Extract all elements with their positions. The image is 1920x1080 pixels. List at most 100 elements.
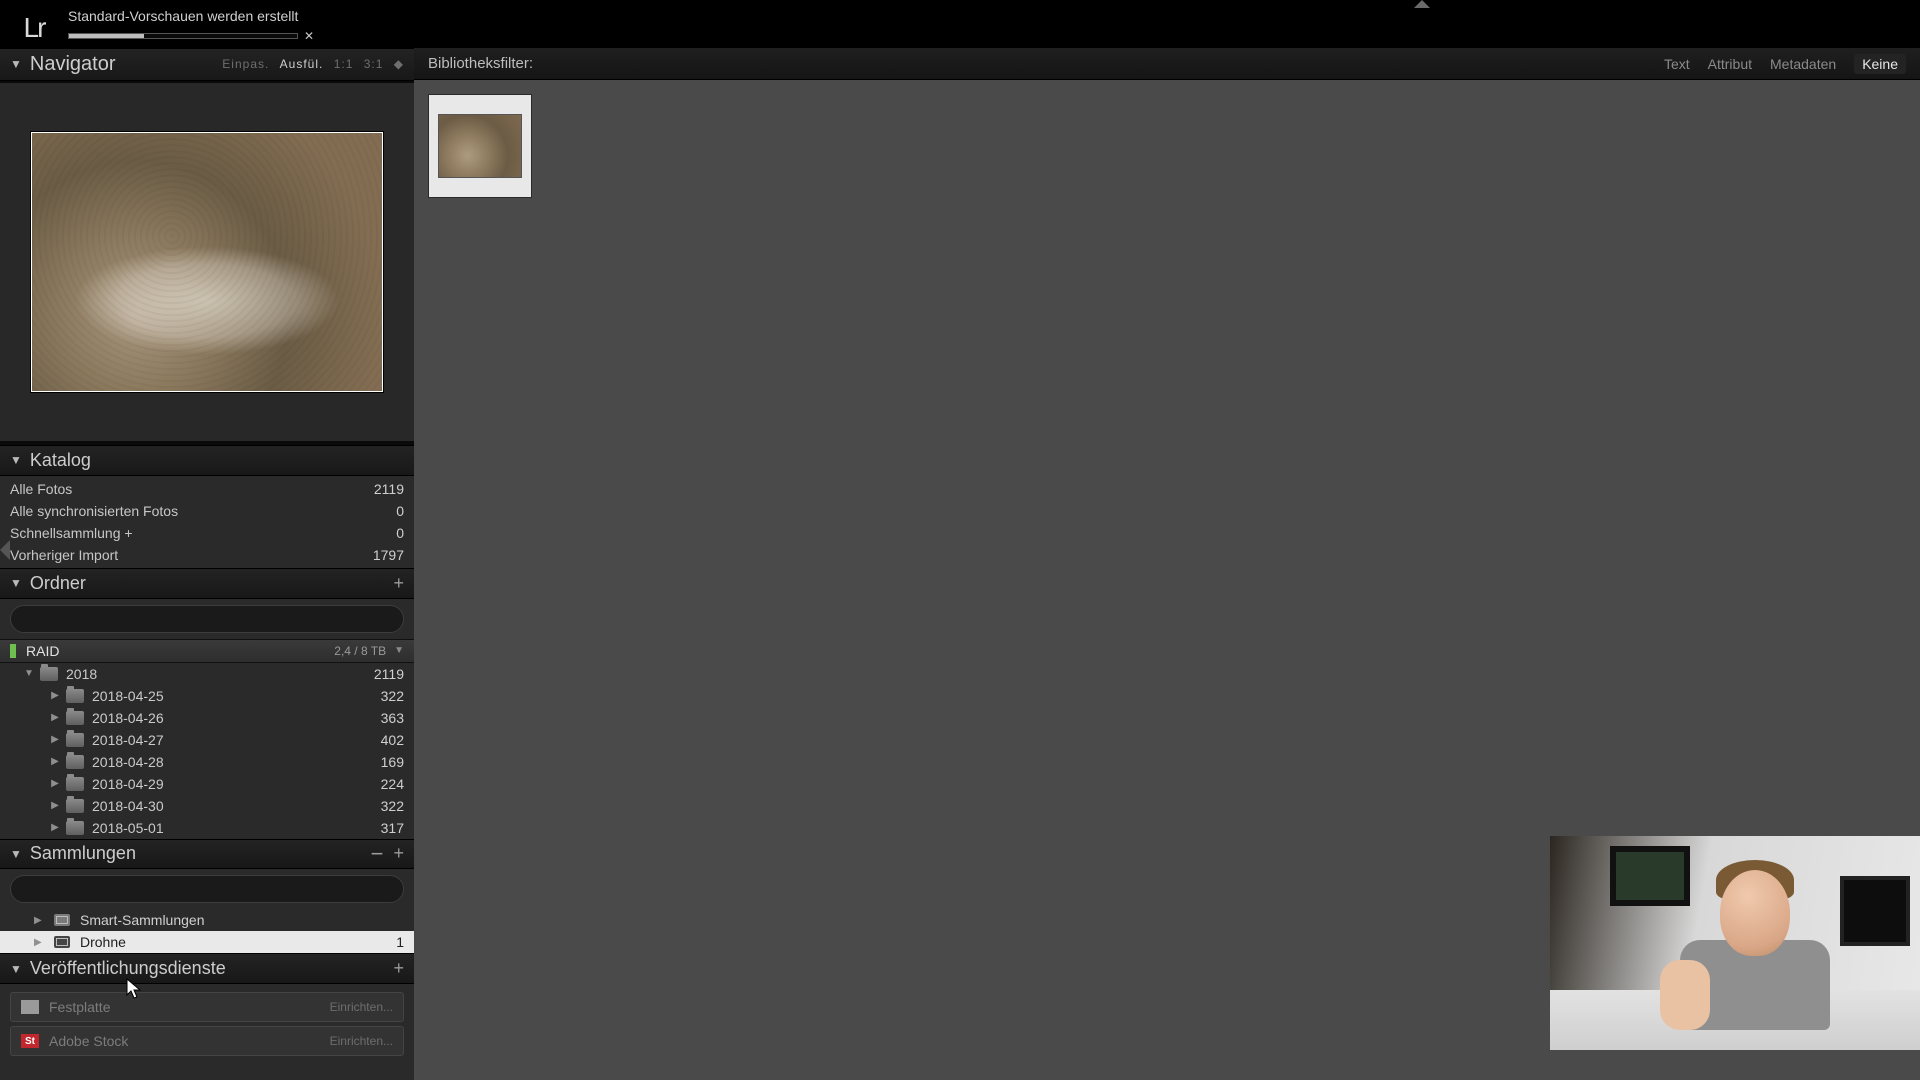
katalog-item[interactable]: Schnellsammlung +0: [0, 522, 414, 544]
disclosure-triangle-icon[interactable]: ▶: [34, 915, 44, 926]
publish-body: FestplatteEinrichten...StAdobe StockEinr…: [0, 984, 414, 1080]
folder-row[interactable]: ▶2018-04-26363: [0, 707, 414, 729]
filter-title: Bibliotheksfilter:: [428, 55, 533, 72]
folder-icon: [66, 777, 84, 791]
navigator-preview-image[interactable]: [31, 132, 383, 392]
disclosure-triangle-icon[interactable]: ▶: [48, 712, 62, 723]
progress-cancel-icon[interactable]: ✕: [304, 29, 314, 43]
folder-icon: [66, 755, 84, 769]
folder-count: 402: [381, 732, 404, 748]
folder-search-input[interactable]: [10, 605, 404, 633]
add-collection-icon[interactable]: +: [393, 843, 404, 864]
folder-icon: [40, 667, 58, 681]
disclosure-triangle-icon[interactable]: ▶: [48, 800, 62, 811]
navigator-header[interactable]: ▼ Navigator Einpas. Ausfül. 1:1 3:1 ◆: [0, 48, 414, 81]
folder-count: 224: [381, 776, 404, 792]
katalog-body: Alle Fotos 2119 Alle synchronisierten Foto…: [0, 476, 414, 568]
folder-name: 2018-04-28: [92, 754, 164, 770]
katalog-item-count: 2119: [374, 481, 404, 497]
collection-label: Smart-Sammlungen: [80, 912, 205, 928]
filter-metadaten[interactable]: Metadaten: [1770, 56, 1836, 72]
folder-name: 2018-04-25: [92, 688, 164, 704]
disclosure-triangle-icon[interactable]: ▼: [10, 576, 22, 590]
publish-header[interactable]: ▼ Veröffentlichungsdienste +: [0, 953, 414, 984]
folder-icon: [66, 821, 84, 835]
disclosure-triangle-icon[interactable]: ▶: [48, 778, 62, 789]
katalog-item-count: 1797: [373, 547, 404, 563]
publish-service-label: Festplatte: [49, 999, 110, 1015]
collection-count: 1: [396, 934, 404, 950]
volume-name: RAID: [26, 643, 59, 659]
collection-icon: [54, 914, 70, 926]
folder-name: 2018-04-29: [92, 776, 164, 792]
remove-collection-icon[interactable]: −: [371, 849, 384, 859]
publish-setup-link[interactable]: Einrichten...: [330, 1000, 393, 1014]
disclosure-triangle-icon[interactable]: ▶: [48, 690, 62, 701]
volume-status-icon: [10, 644, 16, 658]
disclosure-triangle-icon[interactable]: ▼: [10, 847, 22, 861]
disclosure-triangle-icon[interactable]: ▶: [48, 734, 62, 745]
katalog-item-count: 0: [396, 525, 404, 541]
add-publish-service-icon[interactable]: +: [393, 958, 404, 979]
folder-row[interactable]: ▶ 2018-04-30 322: [0, 795, 414, 817]
titlebar: Lr Standard-Vorschauen werden erstellt ✕: [0, 0, 1920, 48]
mouse-cursor-icon: [126, 978, 142, 1000]
app-logo: Lr: [0, 4, 68, 52]
publish-service-row[interactable]: StAdobe StockEinrichten...: [10, 1026, 404, 1056]
folder-row[interactable]: ▶ 2018-04-25 322: [0, 685, 414, 707]
filter-text[interactable]: Text: [1664, 56, 1690, 72]
folder-row[interactable]: ▶ 2018-04-27 402: [0, 729, 414, 751]
disclosure-triangle-icon[interactable]: ▶: [48, 756, 62, 767]
folder-name: 2018-04-26: [92, 710, 164, 726]
filter-attribut[interactable]: Attribut: [1708, 56, 1752, 72]
add-folder-icon[interactable]: +: [393, 573, 404, 594]
disclosure-triangle-icon[interactable]: ▶: [48, 822, 62, 833]
folder-count: 2119: [374, 666, 404, 682]
left-panel: ▼ Navigator Einpas. Ausfül. 1:1 3:1 ◆ ▼ …: [0, 48, 414, 1080]
ordner-body: RAID 2,4 / 8 TB ▼ ▼ 2018 2119 ▶ 2018-04-2…: [0, 599, 414, 839]
folder-count: 322: [381, 798, 404, 814]
folder-count: 322: [381, 688, 404, 704]
ordner-title: Ordner: [30, 573, 86, 594]
katalog-header[interactable]: ▼ Katalog: [0, 445, 414, 476]
filter-keine[interactable]: Keine: [1854, 54, 1906, 74]
folder-name: 2018-05-01: [92, 820, 164, 836]
katalog-item[interactable]: Vorheriger Import 1797: [0, 544, 414, 566]
sammlungen-header[interactable]: ▼ Sammlungen − +: [0, 839, 414, 870]
folder-name: 2018-04-27: [92, 732, 164, 748]
ordner-header[interactable]: ▼ Ordner +: [0, 568, 414, 599]
library-filter-bar: Bibliotheksfilter: Text Attribut Metadat…: [414, 48, 1920, 80]
collection-search-input[interactable]: [10, 875, 404, 903]
folder-row[interactable]: ▶ 2018-04-28 169: [0, 751, 414, 773]
collection-row[interactable]: ▶Drohne1: [0, 931, 414, 953]
left-panel-collapse-icon[interactable]: [0, 540, 12, 564]
folder-row[interactable]: ▶ 2018-04-29 224: [0, 773, 414, 795]
disclosure-triangle-icon[interactable]: ▼: [10, 57, 22, 71]
katalog-item-label: Alle Fotos: [10, 481, 72, 497]
disclosure-triangle-icon[interactable]: ▼: [10, 962, 22, 976]
module-picker-caret-icon[interactable]: [1414, 0, 1430, 8]
katalog-item-label: Alle synchronisierten Fotos: [10, 503, 178, 519]
folder-icon: [66, 711, 84, 725]
disclosure-triangle-icon[interactable]: ▼: [10, 453, 22, 467]
folder-name: 2018-04-30: [92, 798, 164, 814]
disclosure-triangle-icon[interactable]: ▼: [22, 668, 36, 679]
folder-name: 2018: [66, 666, 97, 682]
katalog-item-label: Vorheriger Import: [10, 547, 118, 563]
folder-icon: [66, 799, 84, 813]
navigator-zoom-options[interactable]: Einpas. Ausfül. 1:1 3:1 ◆: [216, 57, 404, 71]
thumbnail-cell[interactable]: [428, 94, 532, 198]
disclosure-triangle-icon[interactable]: ▶: [34, 937, 44, 948]
katalog-item[interactable]: Alle synchronisierten Fotos0: [0, 500, 414, 522]
progress-bar: [68, 33, 298, 39]
folder-row[interactable]: ▼ 2018 2119: [0, 663, 414, 685]
publish-service-row[interactable]: Festplatte Einrichten...: [10, 992, 404, 1022]
publish-setup-link[interactable]: Einrichten...: [330, 1034, 393, 1048]
volume-row[interactable]: RAID 2,4 / 8 TB ▼: [0, 639, 414, 663]
folder-count: 169: [381, 754, 404, 770]
navigator-title: Navigator: [30, 53, 116, 76]
volume-menu-icon[interactable]: ▼: [394, 645, 404, 656]
katalog-item[interactable]: Alle Fotos 2119: [0, 478, 414, 500]
folder-row[interactable]: ▶2018-05-01317: [0, 817, 414, 839]
collection-row[interactable]: ▶ Smart-Sammlungen: [0, 909, 414, 931]
